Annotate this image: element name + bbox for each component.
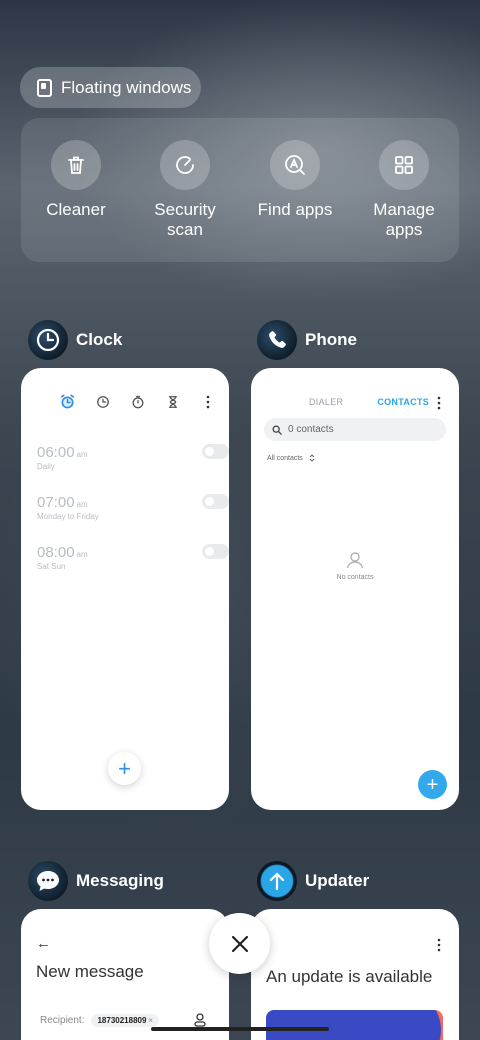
alarm-toggle[interactable]: [202, 544, 229, 559]
security-scan-icon: [160, 140, 210, 190]
phone-app-name: Phone: [305, 330, 357, 349]
quick-actions-panel: Cleaner Security scan Find apps Manage a…: [21, 118, 459, 262]
update-available-title: An update is available: [266, 967, 433, 986]
back-arrow-icon[interactable]: ←: [36, 935, 51, 952]
phone-tabs: DIALER CONTACTS: [309, 397, 429, 407]
messaging-app-header[interactable]: Messaging: [28, 861, 164, 901]
alarm-row[interactable]: 07:00 am Monday to Friday: [37, 494, 229, 521]
add-alarm-button[interactable]: +: [108, 752, 141, 785]
clock-app-name: Clock: [76, 330, 123, 349]
security-scan-label: Security scan: [154, 200, 216, 239]
alarm-time: 08:00 am: [37, 544, 88, 561]
no-contacts-label: No contacts: [336, 574, 374, 581]
messaging-card[interactable]: ← New message Recipient: 18730218809 ×: [21, 909, 229, 1040]
alarm-icon[interactable]: [60, 394, 75, 409]
recipient-label: Recipient:: [40, 1015, 85, 1026]
stopwatch-icon[interactable]: [130, 394, 145, 409]
home-indicator[interactable]: [151, 1027, 329, 1031]
alarm-time: 07:00 am: [37, 494, 88, 511]
alarm-time: 06:00 am: [37, 444, 88, 461]
contacts-filter-label: All contacts: [267, 454, 303, 462]
alarm-row[interactable]: 08:00 am Sat Sun: [37, 544, 229, 571]
floating-window-icon: [37, 78, 52, 97]
grid-icon: [379, 140, 429, 190]
phone-app-icon: [257, 320, 297, 360]
close-icon: [231, 935, 248, 952]
contacts-search-input[interactable]: 0 contacts: [264, 418, 446, 441]
find-apps-icon: [270, 140, 320, 190]
alarm-repeat: Monday to Friday: [37, 512, 99, 521]
add-contact-button[interactable]: +: [418, 770, 447, 799]
update-banner-image: [266, 1010, 443, 1040]
sort-icon: [309, 454, 315, 462]
clock-app-header[interactable]: Clock: [28, 320, 122, 360]
messaging-app-icon: [28, 861, 68, 901]
updater-app-icon: [257, 861, 297, 901]
search-icon: [272, 425, 282, 435]
manage-apps-button[interactable]: Manage apps: [349, 140, 459, 240]
clock-card[interactable]: 06:00 am Daily 07:00 am Monday to Friday 0…: [21, 368, 229, 810]
timer-icon[interactable]: [165, 394, 180, 409]
trash-icon: [51, 140, 101, 190]
contacts-filter[interactable]: All contacts: [267, 454, 315, 462]
alarm-row[interactable]: 06:00 am Daily: [37, 444, 229, 471]
tab-dialer[interactable]: DIALER: [309, 397, 343, 407]
cleaner-button[interactable]: Cleaner: [21, 140, 131, 220]
floating-windows-label: Floating windows: [61, 77, 192, 97]
world-clock-icon[interactable]: [95, 394, 110, 409]
alarm-repeat: Daily: [37, 462, 55, 471]
recipient-chip[interactable]: 18730218809 ×: [91, 1014, 160, 1027]
empty-contacts: No contacts: [251, 550, 459, 581]
recipient-field[interactable]: Recipient: 18730218809 ×: [40, 1014, 160, 1027]
more-icon[interactable]: [200, 394, 215, 409]
alarm-toggle[interactable]: [202, 444, 229, 459]
updater-card[interactable]: An update is available: [251, 909, 459, 1040]
manage-apps-label: Manage apps: [373, 200, 435, 239]
clock-toolbar: [60, 394, 215, 409]
more-icon[interactable]: [437, 938, 441, 957]
tab-contacts[interactable]: CONTACTS: [377, 397, 429, 407]
person-icon: [346, 552, 364, 569]
clock-app-icon: [28, 320, 68, 360]
phone-app-header[interactable]: Phone: [257, 320, 357, 360]
security-scan-button[interactable]: Security scan: [130, 140, 240, 240]
find-apps-label: Find apps: [257, 200, 333, 219]
messaging-app-name: Messaging: [76, 871, 164, 890]
floating-windows-button[interactable]: Floating windows: [20, 67, 201, 108]
search-placeholder: 0 contacts: [288, 424, 334, 435]
phone-card[interactable]: DIALER CONTACTS 0 contacts All contacts …: [251, 368, 459, 810]
alarm-repeat: Sat Sun: [37, 562, 66, 571]
alarm-toggle[interactable]: [202, 494, 229, 509]
more-icon[interactable]: [437, 396, 441, 415]
find-apps-button[interactable]: Find apps: [240, 140, 350, 220]
new-message-title: New message: [36, 962, 144, 981]
updater-app-name: Updater: [305, 871, 370, 890]
updater-app-header[interactable]: Updater: [257, 861, 369, 901]
close-all-button[interactable]: [209, 913, 270, 974]
cleaner-label: Cleaner: [46, 200, 106, 219]
